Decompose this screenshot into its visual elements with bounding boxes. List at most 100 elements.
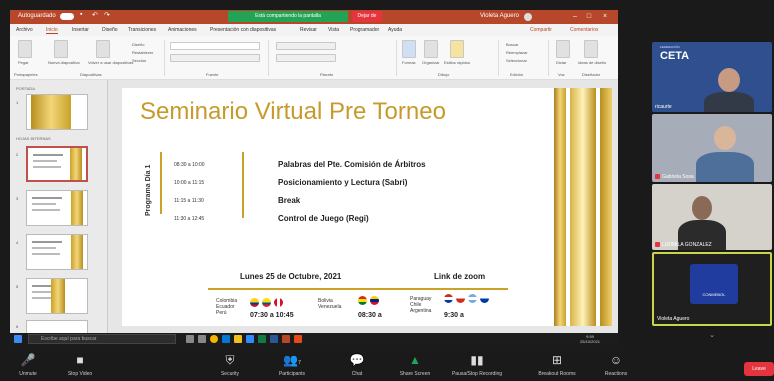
word-icon[interactable] xyxy=(270,335,278,343)
redo-icon[interactable]: ↷ xyxy=(104,11,110,19)
tab-archivo[interactable]: Archivo xyxy=(16,27,33,33)
tab-inicio[interactable]: Inicio xyxy=(46,27,58,34)
tab-revisar[interactable]: Revisar xyxy=(300,27,317,33)
current-slide[interactable]: Seminario Virtual Pre Torneo Programa Dí… xyxy=(122,88,612,326)
shapes-icon[interactable] xyxy=(402,40,416,58)
tab-animaciones[interactable]: Animaciones xyxy=(168,27,197,33)
participant-tile-4-active-speaker[interactable]: CONMEBOL Violeta Aguero xyxy=(652,252,772,326)
slide-thumbnail-6[interactable] xyxy=(26,320,88,334)
maximize-icon[interactable]: □ xyxy=(584,12,594,22)
tab-programador[interactable]: Programador xyxy=(350,27,379,33)
slide-title[interactable]: Seminario Virtual Pre Torneo xyxy=(140,98,446,126)
group-clipboard: Portapapeles xyxy=(14,72,38,77)
ribbon: Pegar Nueva diapositiva Volver a usar di… xyxy=(10,36,618,80)
country-group-1: Colombia Ecuador Perú xyxy=(216,298,238,316)
app-icon[interactable] xyxy=(294,335,302,343)
ribbon-tabs: Archivo Inicio Insertar Diseño Transicio… xyxy=(10,24,618,36)
taskbar-clock[interactable]: 9:59 25/10/2021 xyxy=(580,334,600,344)
powerpoint-icon[interactable] xyxy=(282,335,290,343)
screen: Autoguardado ▪ ↶ ↷ Está compartiendo la … xyxy=(0,0,774,381)
participant-tile-3[interactable]: LUDMILA GONZALEZ xyxy=(652,184,772,250)
participant-tile-1[interactable]: FEDERACIÓN CETA ricaurte xyxy=(652,42,772,112)
windows-taskbar: Escribe aquí para buscar 9:59 25/10/2021 xyxy=(10,333,618,345)
breakout-rooms-button[interactable]: ⊞ Breakout Rooms xyxy=(532,345,582,381)
chat-button[interactable]: 💬 Chat xyxy=(344,345,370,381)
security-button[interactable]: ⛨ Security xyxy=(214,345,246,381)
minimize-icon[interactable]: – xyxy=(570,12,580,22)
excel-icon[interactable] xyxy=(258,335,266,343)
font-name-field[interactable] xyxy=(170,42,260,50)
zoom-app-icon[interactable] xyxy=(246,335,254,343)
zoom-link[interactable]: Link de zoom xyxy=(434,272,485,281)
tab-diseno[interactable]: Diseño xyxy=(102,27,118,33)
leave-button[interactable]: Leave xyxy=(744,362,774,376)
tab-presentacion[interactable]: Presentación con diapositivas xyxy=(210,27,276,33)
stop-share-button[interactable]: Dejar de xyxy=(352,11,382,22)
powerpoint-window: Autoguardado ▪ ↶ ↷ Está compartiendo la … xyxy=(10,10,618,343)
dictate-icon[interactable] xyxy=(556,40,570,58)
arrange-icon[interactable] xyxy=(424,40,438,58)
slide-thumbnail-3[interactable] xyxy=(26,190,88,226)
tab-ayuda[interactable]: Ayuda xyxy=(388,27,402,33)
tab-vista[interactable]: Vista xyxy=(328,27,339,33)
program-day-label: Programa Día 1 xyxy=(145,164,152,216)
windows-start-icon[interactable] xyxy=(14,335,22,343)
country-group-3: Paraguay Chile Argentina xyxy=(410,296,432,314)
replace-button[interactable]: Reemplazar xyxy=(506,50,528,55)
save-icon[interactable]: ▪ xyxy=(80,11,82,18)
camera-icon: ■ xyxy=(76,353,84,367)
find-button[interactable]: Buscar xyxy=(506,42,518,47)
user-avatar[interactable] xyxy=(524,13,532,21)
gold-stripe xyxy=(570,88,596,326)
tab-transiciones[interactable]: Transiciones xyxy=(128,27,156,33)
recording-button[interactable]: ▮▮ Pausa/Stop Recording xyxy=(448,345,506,381)
share-button[interactable]: Compartir xyxy=(530,27,552,33)
file-explorer-icon[interactable] xyxy=(234,335,242,343)
widget-icon[interactable] xyxy=(198,335,206,343)
chrome-icon[interactable] xyxy=(210,335,218,343)
colombia-flag-icon xyxy=(250,298,259,307)
chevron-down-icon[interactable]: ⌄ xyxy=(702,331,722,341)
unmute-button[interactable]: 🎤 Unmute xyxy=(10,345,46,381)
conmebol-logo: CONMEBOL xyxy=(690,264,738,304)
peru-flag-icon xyxy=(274,298,283,307)
participants-button[interactable]: 👥7 Participants xyxy=(274,345,310,381)
share-screen-button[interactable]: ▲ Share Screen xyxy=(392,345,438,381)
slide-thumbnail-2[interactable] xyxy=(26,146,88,182)
section-portada[interactable]: PORTADA xyxy=(16,86,35,91)
slide-thumbnail-1[interactable] xyxy=(26,94,88,130)
close-icon[interactable]: × xyxy=(600,12,610,22)
tab-insertar[interactable]: Insertar xyxy=(72,27,89,33)
paste-icon[interactable] xyxy=(18,40,32,58)
quick-styles-icon[interactable] xyxy=(450,40,464,58)
slide-thumbnail-5[interactable] xyxy=(26,278,88,314)
thumb-number: 6 xyxy=(16,324,19,329)
reuse-slides-icon[interactable] xyxy=(96,40,110,58)
new-slide-icon[interactable] xyxy=(54,40,68,58)
schedule-bar xyxy=(242,152,244,218)
ceta-subtitle: FEDERACIÓN xyxy=(660,45,680,49)
edge-icon[interactable] xyxy=(222,335,230,343)
layout-button[interactable]: Diseño xyxy=(132,42,144,47)
design-ideas-icon[interactable] xyxy=(584,40,598,58)
breakout-icon: ⊞ xyxy=(551,353,563,367)
group-voice: Voz xyxy=(558,72,565,77)
font-format-row[interactable] xyxy=(170,54,260,62)
reset-button[interactable]: Restablecer xyxy=(132,50,153,55)
select-button[interactable]: Seleccionar xyxy=(506,58,527,63)
participant-tile-2[interactable]: Gabriela Sosa xyxy=(652,114,772,182)
reactions-button[interactable]: ☺ Reactions xyxy=(598,345,634,381)
undo-icon[interactable]: ↶ xyxy=(92,11,98,19)
title-bar: Autoguardado ▪ ↶ ↷ Está compartiendo la … xyxy=(10,10,618,24)
comments-button[interactable]: Comentarios xyxy=(570,27,598,33)
stop-video-label: Stop Video xyxy=(67,371,93,377)
taskbar-search-input[interactable]: Escribe aquí para buscar xyxy=(28,334,176,344)
stop-video-button[interactable]: ■ Stop Video xyxy=(62,345,98,381)
section-hojas-internas[interactable]: HOJAS INTERNAS xyxy=(16,136,51,141)
section-button[interactable]: Sección xyxy=(132,58,146,63)
alignment-tools[interactable] xyxy=(276,54,336,62)
autosave-toggle[interactable] xyxy=(60,13,74,20)
task-view-icon[interactable] xyxy=(186,335,194,343)
slide-thumbnail-4[interactable] xyxy=(26,234,88,270)
paragraph-tools[interactable] xyxy=(276,42,336,50)
